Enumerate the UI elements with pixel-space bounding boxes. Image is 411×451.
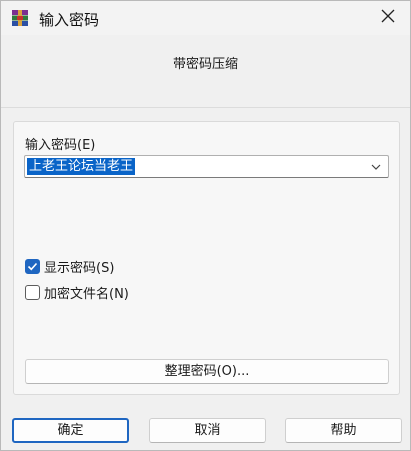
- ok-button[interactable]: 确定: [12, 418, 129, 443]
- encrypt-filenames-label: 加密文件名(N): [44, 286, 129, 302]
- winrar-icon: [11, 9, 29, 27]
- checkbox-checked-icon[interactable]: [25, 258, 40, 274]
- show-password-checkbox[interactable]: 显示密码(S): [25, 257, 115, 276]
- show-password-label: 显示密码(S): [44, 260, 115, 276]
- window-title: 输入密码: [39, 11, 100, 29]
- checkbox-unchecked-icon[interactable]: [25, 284, 40, 300]
- dialog-header: 带密码压缩: [1, 35, 410, 107]
- password-input-value[interactable]: 上老王论坛当老王: [27, 158, 136, 175]
- title-bar: 输入密码: [1, 1, 410, 35]
- close-icon: [381, 9, 395, 27]
- organize-passwords-button[interactable]: 整理密码(O)...: [25, 359, 389, 384]
- encrypt-filenames-checkbox[interactable]: 加密文件名(N): [25, 283, 129, 302]
- password-combobox[interactable]: 上老王论坛当老王: [24, 155, 389, 178]
- header-divider: [1, 107, 410, 108]
- header-caption: 带密码压缩: [172, 57, 238, 72]
- close-button[interactable]: [374, 5, 402, 31]
- cancel-button[interactable]: 取消: [149, 418, 266, 443]
- password-dialog: 输入密码 带密码压缩 输入密码(E) 上老王论坛当老王 显示密码(S) 加密文件…: [0, 0, 411, 451]
- chevron-down-icon[interactable]: [370, 161, 382, 173]
- help-button[interactable]: 帮助: [285, 418, 402, 443]
- password-label: 输入密码(E): [25, 138, 96, 153]
